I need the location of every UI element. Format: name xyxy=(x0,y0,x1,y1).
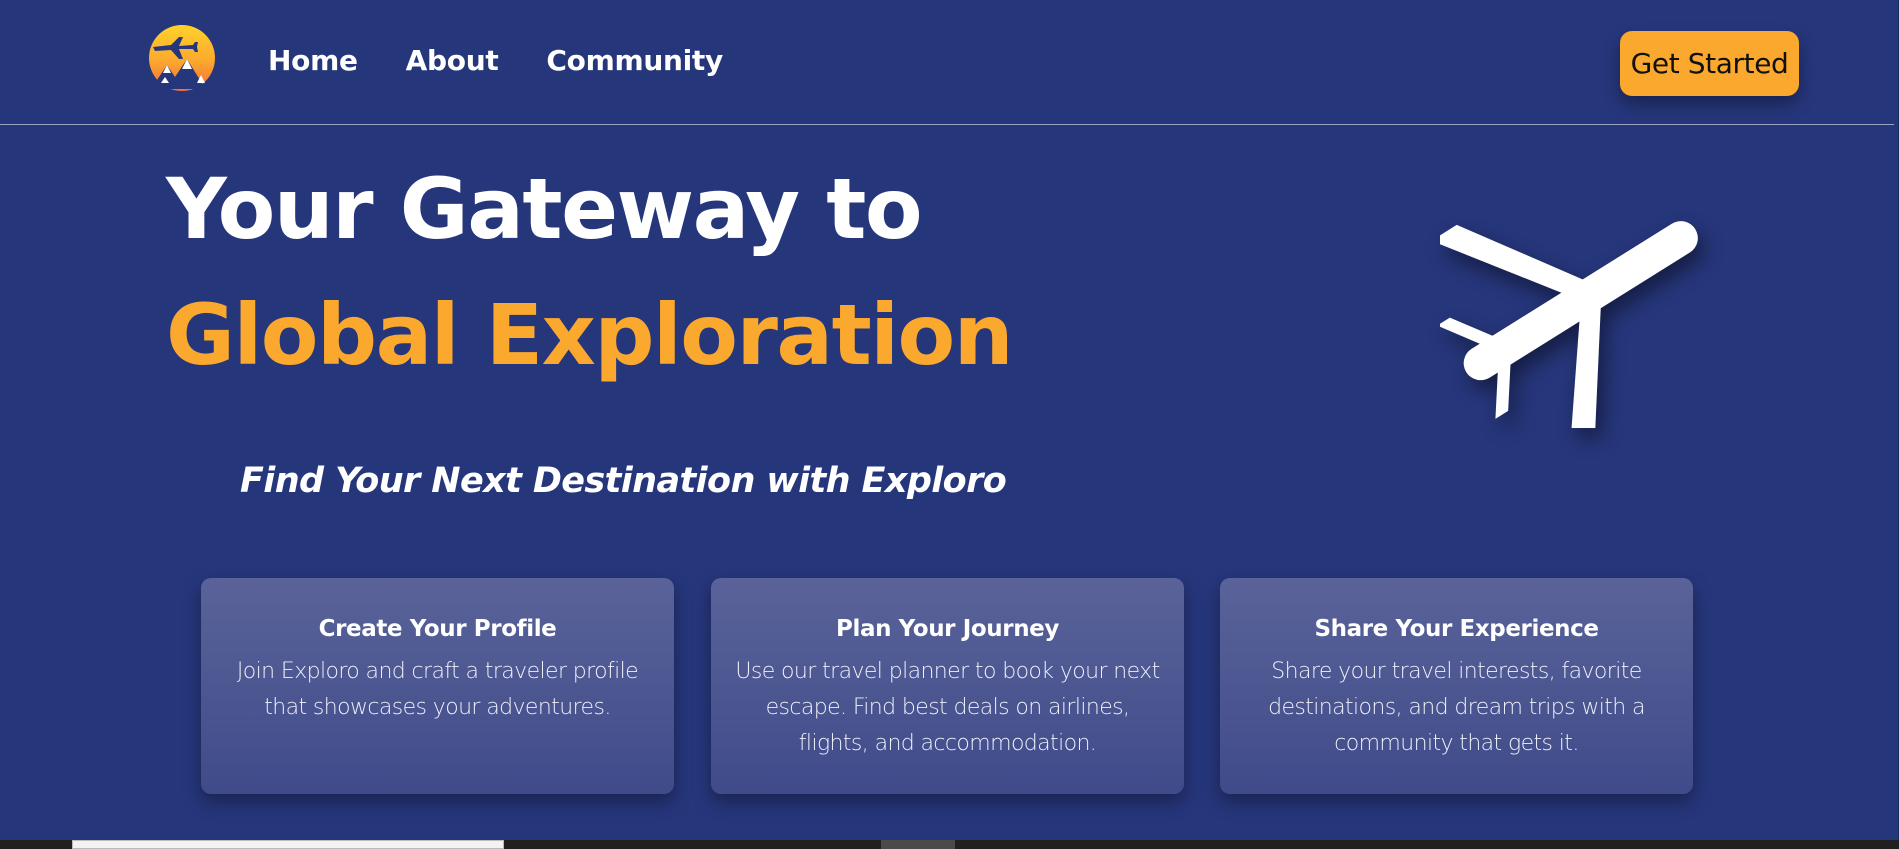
hero-tagline: Find Your Next Destination with Exploro xyxy=(240,461,1007,501)
card-text: Use our travel planner to book your next… xyxy=(735,659,1160,756)
card-title: Share Your Experience xyxy=(1314,616,1599,642)
navbar: Home About Community Get Started xyxy=(0,0,1894,125)
card-title: Create Your Profile xyxy=(318,616,557,642)
taskbar-app-button[interactable] xyxy=(881,840,955,849)
airplane-icon xyxy=(1431,168,1730,462)
hero-title-line2: Global Exploration xyxy=(166,286,1014,384)
feature-card-journey: Plan Your Journey Use our travel planner… xyxy=(711,578,1184,794)
card-text: Share your travel interests, favorite de… xyxy=(1268,659,1645,756)
nav-link-community[interactable]: Community xyxy=(546,44,723,77)
nav-link-home[interactable]: Home xyxy=(268,44,358,77)
logo-icon[interactable] xyxy=(143,25,219,91)
card-title: Plan Your Journey xyxy=(836,616,1059,642)
nav-links: Home About Community xyxy=(268,44,723,77)
feature-card-experience: Share Your Experience Share your travel … xyxy=(1220,578,1693,794)
taskbar-search-box[interactable] xyxy=(72,840,504,849)
page: Home About Community Get Started Your Ga… xyxy=(0,0,1899,849)
hero-title-line1: Your Gateway to xyxy=(166,160,923,258)
get-started-button[interactable]: Get Started xyxy=(1620,31,1799,96)
nav-link-about[interactable]: About xyxy=(406,44,499,77)
card-text: Join Exploro and craft a traveler profil… xyxy=(236,659,639,720)
feature-card-profile: Create Your Profile Join Exploro and cra… xyxy=(201,578,674,794)
